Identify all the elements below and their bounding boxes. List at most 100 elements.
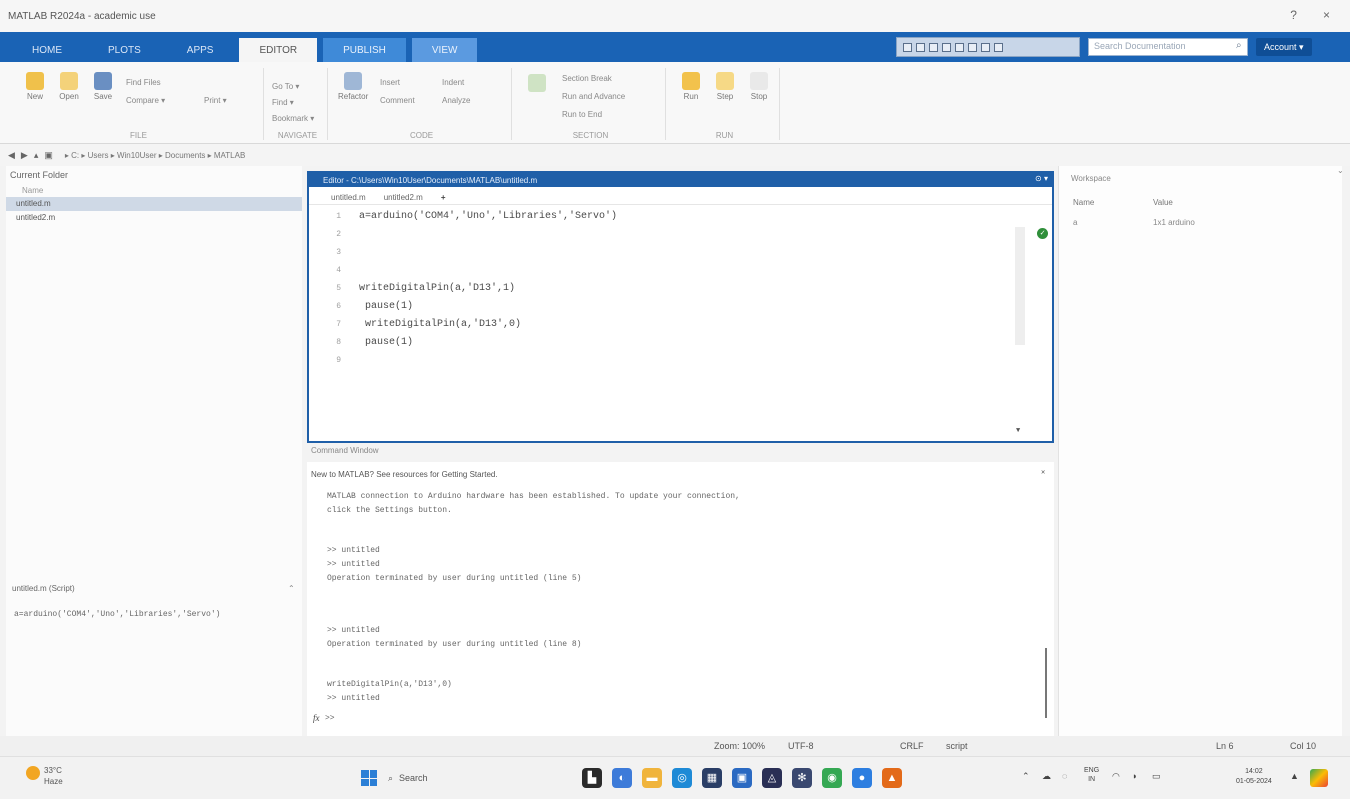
workspace-value-header[interactable]: Value: [1153, 198, 1173, 207]
search-icon[interactable]: ⌕: [1236, 40, 1242, 51]
code-line[interactable]: 5 writeDigitalPin(a,'D13',1): [309, 283, 1009, 298]
comment-button[interactable]: Comment: [380, 96, 415, 105]
taskbar-search[interactable]: ⌕ Search: [388, 769, 474, 787]
save-button[interactable]: Save: [88, 72, 118, 101]
forward-arrow-icon[interactable]: ▶: [21, 150, 28, 161]
outlook-icon[interactable]: ▣: [732, 768, 752, 788]
search-documentation-input[interactable]: Search Documentation: [1088, 38, 1248, 56]
antivirus-icon[interactable]: ◌: [1062, 771, 1067, 781]
chevron-up-icon[interactable]: ⌃: [288, 584, 295, 593]
chrome-icon[interactable]: ◉: [822, 768, 842, 788]
find-button[interactable]: Find ▾: [272, 98, 294, 107]
run-to-end-button[interactable]: Run to End: [562, 110, 602, 119]
close-button[interactable]: ×: [1323, 8, 1330, 22]
speaker-icon[interactable]: ◗: [1132, 771, 1137, 781]
editor-scrollbar[interactable]: [1015, 227, 1025, 345]
battery-icon[interactable]: ▭: [1152, 771, 1161, 782]
language-indicator[interactable]: ENG IN: [1084, 766, 1099, 784]
tab-home[interactable]: HOME: [12, 38, 82, 62]
system-clock[interactable]: 14:02 01-05-2024: [1236, 767, 1272, 787]
step-button[interactable]: Step: [710, 72, 740, 101]
command-banner[interactable]: New to MATLAB? See resources for Getting…: [311, 470, 498, 479]
editor-window-controls[interactable]: ⊙ ▾: [1035, 174, 1048, 183]
refactor-button[interactable]: Refactor: [338, 72, 368, 101]
code-line[interactable]: 3: [309, 247, 1009, 262]
tab-publish[interactable]: PUBLISH: [323, 38, 406, 62]
matlab-icon[interactable]: ▲: [882, 768, 902, 788]
run-section-icon[interactable]: [528, 74, 546, 92]
run-button[interactable]: Run: [676, 72, 706, 101]
name-column-header[interactable]: Name: [6, 184, 302, 197]
switch-windows-icon[interactable]: [981, 42, 990, 52]
workspace-var-value[interactable]: 1x1 arduino: [1153, 218, 1195, 227]
workspace-name-header[interactable]: Name: [1073, 198, 1094, 207]
wifi-icon[interactable]: ◠: [1112, 771, 1120, 782]
paste-quick-icon[interactable]: [942, 42, 951, 52]
file-item[interactable]: untitled2.m: [6, 211, 302, 225]
store-icon[interactable]: ▦: [702, 768, 722, 788]
widget-app-icon[interactable]: [1310, 769, 1328, 787]
tab-editor[interactable]: EDITOR: [239, 38, 318, 62]
open-button[interactable]: Open: [54, 72, 84, 101]
code-line[interactable]: 6 pause(1): [309, 301, 1009, 316]
settings-icon[interactable]: ✻: [792, 768, 812, 788]
insert-button[interactable]: Insert: [380, 78, 400, 87]
editor-tab-untitled[interactable]: untitled.m: [331, 193, 366, 204]
copy-quick-icon[interactable]: [929, 42, 938, 52]
browser-icon[interactable]: ●: [852, 768, 872, 788]
tab-apps[interactable]: APPS: [167, 38, 234, 62]
compare-button[interactable]: Compare ▾: [126, 96, 165, 105]
file-explorer-icon[interactable]: ▬: [642, 768, 662, 788]
code-line[interactable]: 2: [309, 229, 1009, 244]
cut-quick-icon[interactable]: [916, 42, 925, 52]
tab-plots[interactable]: PLOTS: [88, 38, 161, 62]
file-item[interactable]: untitled.m: [6, 197, 302, 211]
new-button[interactable]: New: [20, 72, 50, 101]
back-arrow-icon[interactable]: ◀: [8, 150, 15, 161]
shield-icon[interactable]: ◬: [762, 768, 782, 788]
address-path[interactable]: ▸ C: ▸ Users ▸ Win10User ▸ Documents ▸ M…: [65, 151, 245, 160]
weather-icon[interactable]: [26, 766, 40, 780]
workspace-var-name[interactable]: a: [1073, 218, 1077, 227]
undo-quick-icon[interactable]: [955, 42, 964, 52]
account-button[interactable]: Account ▾: [1256, 38, 1312, 56]
command-scrollbar[interactable]: [1045, 648, 1047, 718]
folder-up-icon[interactable]: ▴: [34, 150, 39, 161]
task-view-icon[interactable]: ▙: [582, 768, 602, 788]
browse-folder-icon[interactable]: ▣: [44, 150, 53, 161]
stop-button[interactable]: Stop: [744, 72, 774, 101]
code-area[interactable]: 1 a=arduino('COM4','Uno','Libraries','Ser…: [309, 205, 1052, 439]
bookmark-button[interactable]: Bookmark ▾: [272, 114, 314, 123]
help-button[interactable]: ?: [1290, 8, 1297, 22]
redo-quick-icon[interactable]: [968, 42, 977, 52]
code-line[interactable]: 8 pause(1): [309, 337, 1009, 352]
goto-button[interactable]: Go To ▾: [272, 82, 299, 91]
code-line[interactable]: 7 writeDigitalPin(a,'D13',0): [309, 319, 1009, 334]
find-files-button[interactable]: Find Files: [126, 78, 161, 87]
edge-browser-icon[interactable]: ◎: [672, 768, 692, 788]
code-line[interactable]: 4: [309, 265, 1009, 280]
print-button[interactable]: Print ▾: [204, 96, 227, 105]
scroll-down-icon[interactable]: ▼: [1016, 427, 1020, 435]
cloud-icon[interactable]: ☁: [1042, 771, 1051, 782]
save-quick-icon[interactable]: [903, 42, 912, 52]
notification-icon[interactable]: ▲: [1290, 771, 1299, 781]
new-tab-button[interactable]: +: [441, 193, 446, 204]
analyze-button[interactable]: Analyze: [442, 96, 470, 105]
fx-icon[interactable]: fx: [313, 713, 320, 723]
run-and-advance-button[interactable]: Run and Advance: [562, 92, 625, 101]
editor-tab-untitled2[interactable]: untitled2.m: [384, 193, 423, 204]
section-break-button[interactable]: Section Break: [562, 74, 612, 83]
help-quick-icon[interactable]: [994, 42, 1003, 52]
tab-view[interactable]: VIEW: [411, 38, 478, 62]
close-banner-icon[interactable]: ✕: [1041, 468, 1045, 477]
command-window[interactable]: New to MATLAB? See resources for Getting…: [307, 462, 1054, 736]
chat-icon[interactable]: ◐: [612, 768, 632, 788]
weather-widget[interactable]: 33°C Haze: [44, 765, 63, 787]
code-line[interactable]: 9: [309, 355, 1009, 370]
chevron-up-icon[interactable]: ⌃: [1022, 771, 1030, 782]
command-prompt[interactable]: >>: [325, 714, 335, 723]
workspace-menu-icon[interactable]: ⌄: [1337, 166, 1344, 175]
windows-start-icon[interactable]: [361, 770, 377, 786]
code-line[interactable]: 1 a=arduino('COM4','Uno','Libraries','Ser…: [309, 211, 1009, 226]
